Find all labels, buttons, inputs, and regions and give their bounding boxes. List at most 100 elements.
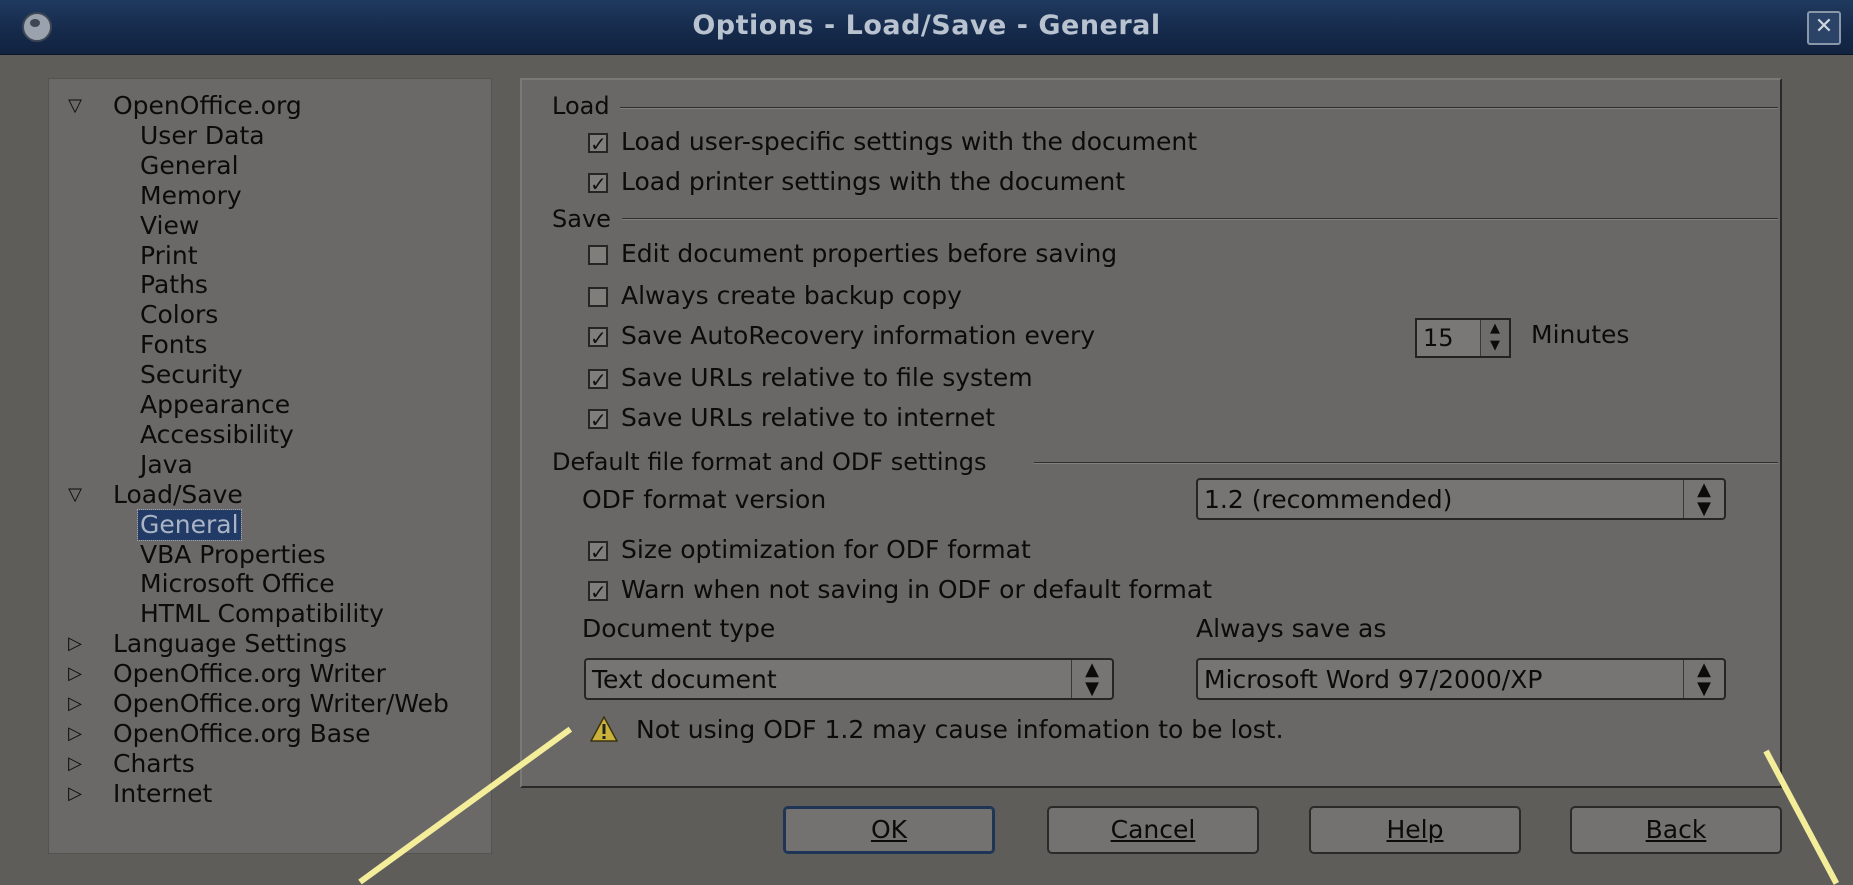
tree-item-colors[interactable]: Colors: [138, 300, 220, 330]
tree-item-language-settings[interactable]: ▷ Language Settings: [63, 629, 349, 659]
options-tree[interactable]: ▽ OpenOffice.org User Data General Memory Vie…: [48, 78, 492, 854]
tree-item-label: Internet: [113, 778, 213, 808]
checkbox-check-icon[interactable]: [588, 365, 608, 395]
ok-button[interactable]: OK: [783, 806, 995, 854]
tree-item-label: Colors: [140, 300, 219, 330]
tree-item-fonts[interactable]: Fonts: [138, 330, 209, 360]
urls-file-system-checkbox[interactable]: Save URLs relative to file system: [588, 363, 1033, 395]
tree-item-html-compatibility[interactable]: HTML Compatibility: [138, 599, 386, 629]
tree-item-user-data[interactable]: User Data: [138, 121, 267, 151]
tree-item-label: User Data: [140, 120, 265, 150]
tree-item-label: Accessibility: [140, 419, 294, 449]
tree-item-internet[interactable]: ▷ Internet: [63, 779, 214, 809]
tree-item-view[interactable]: View: [138, 211, 201, 241]
tree-item-label: OpenOffice.org: [113, 91, 302, 120]
odf-warning-text: Not using ODF 1.2 may cause infomation t…: [636, 715, 1284, 744]
title-bar: Options - Load/Save - General ✕: [0, 0, 1853, 55]
autorecovery-minutes-value[interactable]: 15: [1423, 324, 1454, 352]
always-save-as-value: Microsoft Word 97/2000/XP: [1204, 665, 1543, 694]
expander-triangle-icon[interactable]: ▷: [63, 689, 87, 719]
tree-item-charts[interactable]: ▷ Charts: [63, 749, 197, 779]
back-button[interactable]: Back: [1570, 806, 1782, 854]
checkbox-check-icon[interactable]: [588, 577, 608, 607]
autorecovery-minutes-spinner[interactable]: 15 ▲ ▼: [1415, 318, 1511, 358]
tree-item-label: Charts: [113, 748, 195, 778]
tree-item-label: OpenOffice.org Writer/Web: [113, 689, 449, 718]
load-printer-settings-checkbox[interactable]: Load printer settings with the document: [588, 167, 1125, 199]
odf-version-select[interactable]: 1.2 (recommended) ▲ ▼: [1196, 478, 1726, 520]
combo-arrows-icon[interactable]: ▲ ▼: [1683, 660, 1724, 698]
warn-not-odf-checkbox[interactable]: Warn when not saving in ODF or default f…: [588, 575, 1212, 607]
tree-item-label: VBA Properties: [140, 539, 326, 569]
expander-triangle-icon[interactable]: ▷: [63, 749, 87, 779]
document-type-value: Text document: [592, 665, 777, 694]
window-title: Options - Load/Save - General: [692, 10, 1161, 41]
checkbox-check-icon[interactable]: [588, 537, 608, 567]
backup-copy-checkbox[interactable]: Always create backup copy: [588, 281, 962, 311]
document-type-select[interactable]: Text document ▲ ▼: [584, 658, 1114, 700]
autorecovery-checkbox[interactable]: Save AutoRecovery information every: [588, 321, 1095, 353]
tree-item-microsoft-office[interactable]: Microsoft Office: [138, 569, 337, 599]
odf-version-label: ODF format version: [582, 485, 827, 514]
save-rule: [622, 218, 1778, 220]
edit-properties-checkbox[interactable]: Edit document properties before saving: [588, 239, 1117, 269]
tree-item-security[interactable]: Security: [138, 360, 245, 390]
tree-item-accessibility[interactable]: Accessibility: [138, 420, 296, 450]
checkbox-icon[interactable]: [588, 287, 608, 307]
expander-triangle-icon[interactable]: ▽: [63, 91, 87, 121]
tree-item-label: Memory: [140, 180, 242, 210]
expander-triangle-icon[interactable]: ▷: [63, 629, 87, 659]
cancel-button[interactable]: Cancel: [1047, 806, 1259, 854]
document-type-label: Document type: [582, 614, 776, 643]
expander-triangle-icon[interactable]: ▷: [63, 659, 87, 689]
checkbox-check-icon[interactable]: [588, 323, 608, 353]
minutes-label: Minutes: [1531, 320, 1630, 349]
checkbox-check-icon[interactable]: [588, 129, 608, 159]
tree-item-load-save[interactable]: ▽ Load/Save: [63, 480, 245, 510]
save-section-heading: Save: [552, 205, 611, 233]
tree-item-general[interactable]: General: [137, 508, 242, 541]
tree-item-label: Load/Save: [113, 479, 243, 509]
load-section-heading: Load: [552, 92, 610, 120]
tree-item-appearance[interactable]: Appearance: [138, 390, 292, 420]
tree-item-label: Appearance: [140, 390, 291, 419]
expander-triangle-icon[interactable]: ▽: [63, 480, 87, 510]
checkbox-check-icon[interactable]: [588, 405, 608, 435]
tree-item-label: View: [140, 210, 200, 240]
expander-triangle-icon[interactable]: ▷: [63, 719, 87, 749]
checkbox-check-icon[interactable]: [588, 169, 608, 199]
tree-item-general[interactable]: General: [138, 151, 241, 181]
checkbox-icon[interactable]: [588, 245, 608, 265]
tree-item-openoffice-org-writer-web[interactable]: ▷ OpenOffice.org Writer/Web: [63, 689, 451, 719]
tree-item-vba-properties[interactable]: VBA Properties: [138, 540, 328, 570]
always-save-as-label: Always save as: [1196, 614, 1387, 643]
urls-internet-checkbox[interactable]: Save URLs relative to internet: [588, 403, 995, 435]
tree-item-label: HTML Compatibility: [140, 599, 384, 629]
tree-item-label: Fonts: [140, 330, 208, 360]
tree-item-label: Language Settings: [113, 629, 347, 659]
spin-arrows-icon[interactable]: ▲ ▼: [1480, 320, 1509, 356]
format-section-heading: Default file format and ODF settings: [552, 448, 987, 476]
tree-item-java[interactable]: Java: [138, 450, 195, 480]
tree-item-openoffice-org-base[interactable]: ▷ OpenOffice.org Base: [63, 719, 373, 749]
size-optimization-checkbox[interactable]: Size optimization for ODF format: [588, 535, 1031, 567]
tree-item-label: OpenOffice.org Writer: [113, 659, 386, 689]
expander-triangle-icon[interactable]: ▷: [63, 779, 87, 809]
combo-arrows-icon[interactable]: ▲ ▼: [1071, 660, 1112, 698]
tree-item-label: General: [140, 150, 239, 180]
odf-version-value: 1.2 (recommended): [1204, 485, 1453, 514]
tree-item-paths[interactable]: Paths: [138, 270, 210, 300]
tree-item-memory[interactable]: Memory: [138, 181, 244, 211]
combo-arrows-icon[interactable]: ▲ ▼: [1683, 480, 1724, 518]
tree-item-openoffice-org-writer[interactable]: ▷ OpenOffice.org Writer: [63, 659, 388, 689]
load-user-settings-checkbox[interactable]: Load user-specific settings with the doc…: [588, 127, 1197, 159]
tree-item-label: Microsoft Office: [140, 569, 335, 599]
tree-item-openoffice-org[interactable]: ▽ OpenOffice.org: [63, 91, 304, 121]
always-save-as-select[interactable]: Microsoft Word 97/2000/XP ▲ ▼: [1196, 658, 1726, 700]
tree-item-label: Java: [140, 449, 193, 479]
tree-item-label: Print: [140, 240, 198, 270]
close-icon[interactable]: ✕: [1807, 11, 1841, 45]
tree-item-print[interactable]: Print: [138, 241, 200, 271]
help-button[interactable]: Help: [1309, 806, 1521, 854]
tree-item-label: OpenOffice.org Base: [113, 718, 371, 748]
